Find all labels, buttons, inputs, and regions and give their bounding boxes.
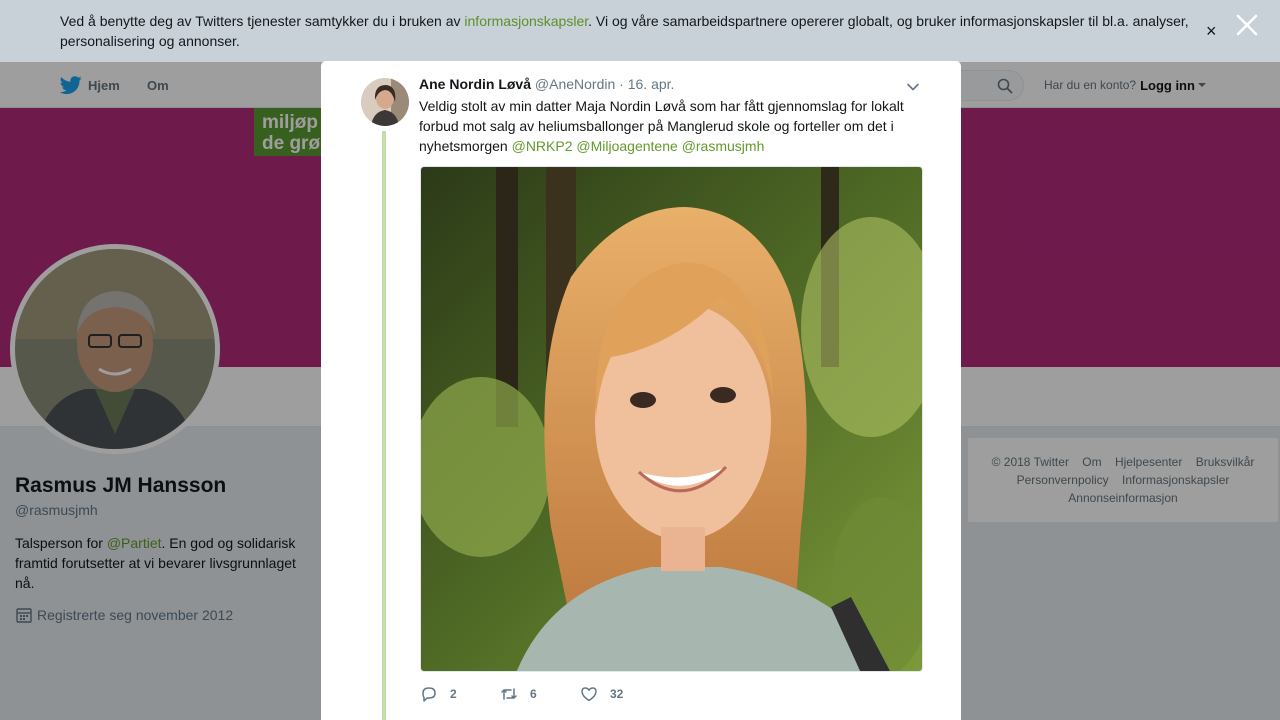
thread-line — [382, 131, 386, 720]
cookie-close-button[interactable]: × — [1206, 22, 1217, 40]
tweet-timestamp[interactable]: 16. apr. — [628, 76, 675, 92]
heart-icon — [581, 687, 597, 702]
cookie-consent-bar: Ved å benytte deg av Twitters tjenester … — [0, 0, 1280, 62]
retweet-button[interactable]: 6 — [500, 685, 580, 703]
tweet-photo[interactable] — [420, 166, 923, 672]
reply-icon — [422, 687, 436, 702]
header-separator: · — [619, 76, 624, 92]
tweet-actions: 2 6 32 — [420, 683, 623, 705]
close-icon[interactable] — [1234, 12, 1260, 38]
chevron-down-icon[interactable] — [905, 79, 921, 95]
reply-button[interactable]: 2 — [420, 685, 500, 703]
cookie-text-start: Ved å benytte deg av Twitters tjenester … — [60, 13, 465, 29]
mention-link[interactable]: @Miljoagentene — [576, 138, 677, 154]
tweet-header: Ane Nordin Løvå @AneNordin · 16. apr. — [419, 76, 674, 92]
like-button[interactable]: 32 — [580, 685, 623, 703]
tweet-text: Veldig stolt av min datter Maja Nordin L… — [419, 96, 929, 156]
cookie-policy-link[interactable]: informasjonskapsler — [464, 13, 588, 29]
reply-count: 2 — [450, 687, 457, 701]
tweet-author-avatar[interactable] — [361, 78, 409, 126]
like-count: 32 — [610, 687, 624, 701]
retweet-icon — [501, 688, 517, 700]
mention-link[interactable]: @rasmusjmh — [682, 138, 765, 154]
retweet-count: 6 — [530, 687, 537, 701]
tweet-author-name[interactable]: Ane Nordin Løvå — [419, 76, 531, 92]
tweet-author-handle[interactable]: @AneNordin — [535, 76, 615, 92]
mention-link[interactable]: @NRKP2 — [512, 138, 573, 154]
tweet-modal: Ane Nordin Løvå @AneNordin · 16. apr. Ve… — [321, 61, 961, 720]
